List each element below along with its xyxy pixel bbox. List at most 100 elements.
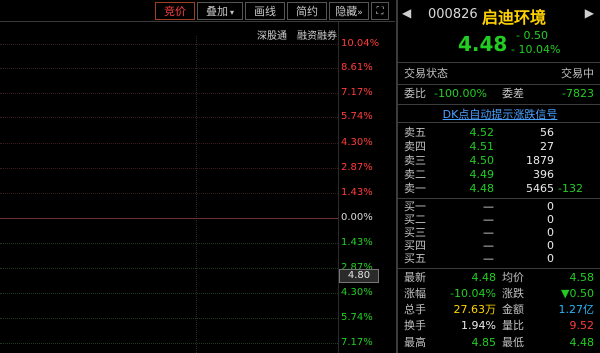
high-value: 4.85 xyxy=(471,336,497,349)
ask-label: 卖一 xyxy=(404,182,426,195)
axis-label: 4.30% xyxy=(341,287,373,298)
current-price-tag: 4.80 xyxy=(339,269,379,283)
bid-price: — xyxy=(483,239,494,252)
stats-row: 换手 1.94% 量比 9.52 xyxy=(398,319,600,333)
ratio-row: 委比 -100.00% 委差 -7823 xyxy=(398,87,600,101)
low-value: 4.48 xyxy=(569,336,595,349)
high-label: 最高 xyxy=(404,336,426,349)
amount-label: 金额 xyxy=(502,303,524,316)
dk-signal-link[interactable]: DK点自动提示涨跌信号 xyxy=(398,106,600,122)
grid-hline xyxy=(0,293,338,294)
volratio-label: 量比 xyxy=(502,319,524,332)
status-row: 交易状态 交易中 xyxy=(398,67,600,81)
divider xyxy=(398,84,600,85)
bid-label: 买四 xyxy=(404,239,426,252)
chart-toolbar: 竞价 叠加 ▾ 画线 简约 隐藏» ⛶ xyxy=(0,0,395,22)
bid-label: 买三 xyxy=(404,226,426,239)
grid-hline xyxy=(0,193,338,194)
stats-row: 总手 27.63万 金额 1.27亿 xyxy=(398,303,600,317)
price-change: - 0.50 xyxy=(516,29,548,42)
bid-price: — xyxy=(483,213,494,226)
stats-row: 最高 4.85 最低 4.48 xyxy=(398,336,600,350)
bid-row: 买二 — 0 xyxy=(398,213,600,227)
bid-volume: 0 xyxy=(547,200,554,213)
amount-value: 1.27亿 xyxy=(558,303,595,316)
grid-hline xyxy=(0,168,338,169)
stock-name: 启迪环境 xyxy=(482,8,547,27)
prev-stock-icon[interactable]: ◀ xyxy=(402,6,411,20)
axis-label: 5.74% xyxy=(341,312,373,323)
axis-label: 8.61% xyxy=(341,62,373,73)
chevron-down-icon: ▾ xyxy=(229,8,234,17)
stats-row: 最新 4.48 均价 4.58 xyxy=(398,271,600,285)
hide-button[interactable]: 隐藏» xyxy=(329,2,369,20)
hide-label: 隐藏 xyxy=(335,5,358,18)
axis-label: 5.74% xyxy=(341,111,373,122)
expand-icon[interactable]: ⛶ xyxy=(371,2,389,20)
stats-row: 涨幅 -10.04% 涨跌 ▼0.50 xyxy=(398,287,600,301)
next-stock-icon[interactable]: ▶ xyxy=(585,6,594,20)
hk-connect-label: 深股通 xyxy=(257,31,287,42)
ask-volume: 1879 xyxy=(526,154,554,167)
ask-row: 卖一 4.48 5465 -132 xyxy=(398,182,600,196)
turnover-value: 1.94% xyxy=(461,319,496,332)
grid-vline xyxy=(196,36,197,353)
ask-label: 卖二 xyxy=(404,168,426,181)
bid-row: 买一 — 0 xyxy=(398,200,600,214)
ask-label: 卖五 xyxy=(404,126,426,139)
margin-trading-label: 融资融券 xyxy=(297,31,337,42)
simple-mode-button[interactable]: 简约 xyxy=(287,2,327,20)
bid-label: 买五 xyxy=(404,252,426,265)
volume-label: 总手 xyxy=(404,303,426,316)
diff-value: -7823 xyxy=(562,87,594,100)
auction-button[interactable]: 竞价 xyxy=(155,2,195,20)
stock-code: 000826 xyxy=(428,7,478,22)
volume-value: 27.63万 xyxy=(453,303,497,316)
ask-row: 卖四 4.51 27 xyxy=(398,140,600,154)
last-price: 4.48 xyxy=(458,32,508,56)
draw-line-button[interactable]: 画线 xyxy=(245,2,285,20)
axis-label: 2.87% xyxy=(341,162,373,173)
status-label: 交易状态 xyxy=(404,67,448,80)
avg-value: 4.58 xyxy=(569,271,595,284)
axis-label: 1.43% xyxy=(341,237,373,248)
ask-row: 卖三 4.50 1879 xyxy=(398,154,600,168)
intraday-chart[interactable]: 竞价 叠加 ▾ 画线 简约 隐藏» ⛶ 深股通 融资融券 10.04% 8.61% … xyxy=(0,0,395,353)
axis-label: 7.17% xyxy=(341,87,373,98)
status-value: 交易中 xyxy=(561,67,594,80)
bid-row: 买三 — 0 xyxy=(398,226,600,240)
ask-volume: 5465 xyxy=(526,182,554,195)
overlay-button[interactable]: 叠加 ▾ xyxy=(197,2,243,20)
ask-row: 卖五 4.52 56 xyxy=(398,126,600,140)
chgpct-value: -10.04% xyxy=(450,287,496,300)
low-label: 最低 xyxy=(502,336,524,349)
ask-price: 4.51 xyxy=(469,140,495,153)
grid-hline xyxy=(0,268,338,269)
divider xyxy=(398,104,600,105)
bid-price: — xyxy=(483,252,494,265)
ratio-value: -100.00% xyxy=(434,87,487,100)
chg-value: ▼0.50 xyxy=(561,287,594,300)
bid-label: 买二 xyxy=(404,213,426,226)
ask-row: 卖二 4.49 396 xyxy=(398,168,600,182)
grid-hline xyxy=(0,93,338,94)
latest-value: 4.48 xyxy=(471,271,497,284)
latest-label: 最新 xyxy=(404,271,426,284)
axis-label: 7.17% xyxy=(341,337,373,348)
ask-volume: 27 xyxy=(540,140,554,153)
ask-price: 4.50 xyxy=(469,154,495,167)
ask-label: 卖四 xyxy=(404,140,426,153)
grid-hline xyxy=(0,143,338,144)
ask-label: 卖三 xyxy=(404,154,426,167)
bid-price: — xyxy=(483,226,494,239)
axis-label: 10.04% xyxy=(341,38,380,49)
axis-separator xyxy=(338,22,339,353)
chg-label: 涨跌 xyxy=(502,287,524,300)
turnover-label: 换手 xyxy=(404,319,426,332)
axis-label: 1.43% xyxy=(341,187,373,198)
double-chevron-right-icon: » xyxy=(357,8,363,18)
ask-volume: 396 xyxy=(533,168,554,181)
ask-volume: 56 xyxy=(540,126,554,139)
bid-row: 买五 — 0 xyxy=(398,252,600,266)
chart-subheader: 深股通 融资融券 xyxy=(247,27,337,42)
